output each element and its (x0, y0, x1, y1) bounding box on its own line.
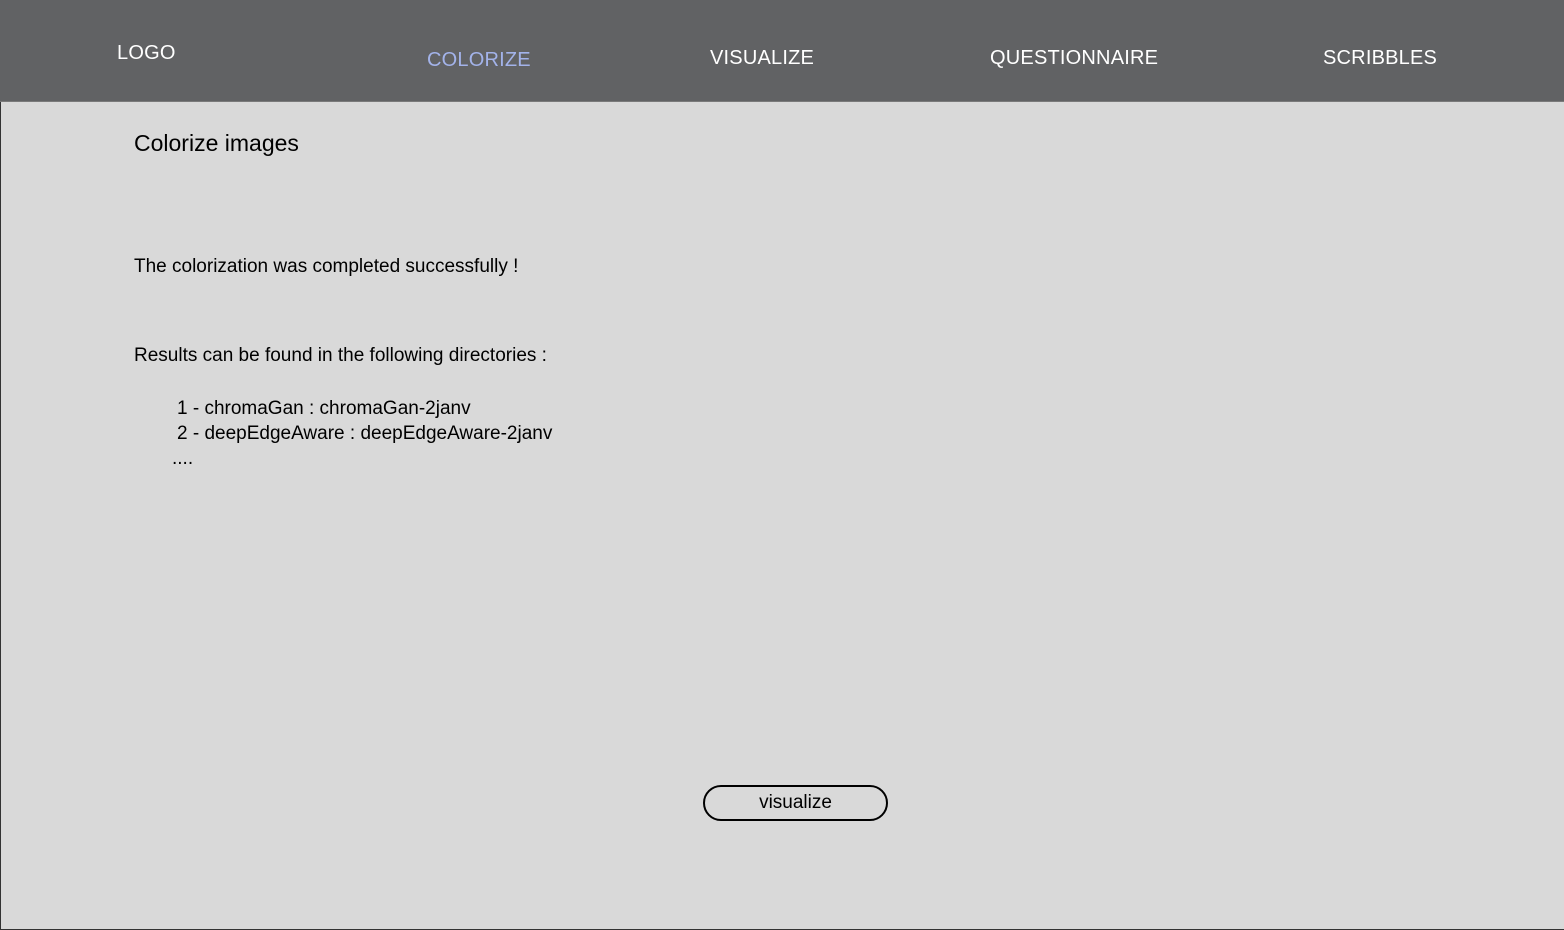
nav-scribbles[interactable]: SCRIBBLES (1323, 47, 1437, 70)
directory-item: 2 - deepEdgeAware : deepEdgeAware-2janv (177, 423, 553, 444)
directory-item-ellipsis: .... (172, 448, 194, 469)
top-navbar: LOGO COLORIZE VISUALIZE QUESTIONNAIRE SC… (0, 0, 1564, 102)
success-message: The colorization was completed successfu… (134, 256, 519, 277)
nav-colorize[interactable]: COLORIZE (427, 49, 531, 72)
results-directory-list: 1 - chromaGan : chromaGan-2janv 2 - deep… (172, 396, 552, 471)
page-title: Colorize images (134, 130, 299, 156)
nav-questionnaire[interactable]: QUESTIONNAIRE (990, 47, 1158, 70)
directory-item: 1 - chromaGan : chromaGan-2janv (177, 398, 471, 419)
logo[interactable]: LOGO (117, 42, 176, 65)
visualize-button[interactable]: visualize (703, 785, 888, 821)
nav-visualize[interactable]: VISUALIZE (710, 47, 814, 70)
results-intro-text: Results can be found in the following di… (134, 345, 547, 366)
